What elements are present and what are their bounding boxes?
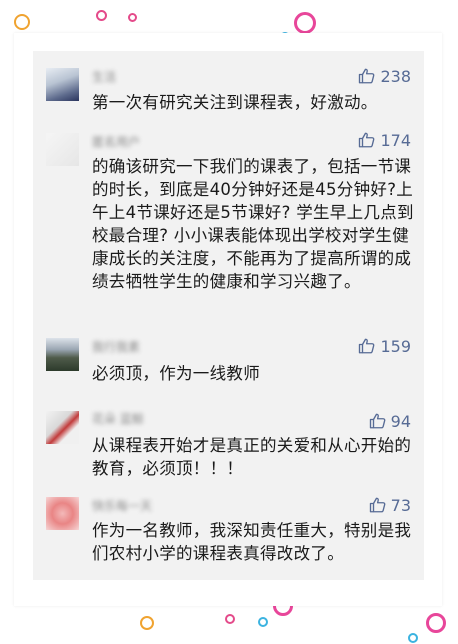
swirl-icon: [426, 613, 446, 633]
comment-text: 第一次有研究关注到课程表，好激动。: [92, 93, 378, 112]
avatar[interactable]: [46, 68, 79, 101]
comment-list: 生活 238 第一次有研究关注到课程表，好激动。 匿名用户 174 的确该研究一…: [33, 51, 424, 580]
comment-text: 作为一名教师，我深知责任重大，特别是我们农村小学的课程表真得改改了。: [92, 521, 412, 563]
username[interactable]: 花朵 蓝鲸: [92, 412, 144, 426]
username[interactable]: 生活: [92, 70, 116, 84]
avatar[interactable]: [46, 411, 79, 444]
swirl-icon: [128, 13, 137, 22]
username[interactable]: 我行我素: [92, 340, 140, 354]
swirl-icon: [408, 633, 418, 643]
username[interactable]: 匿名用户: [92, 135, 140, 149]
like-button[interactable]: 238: [358, 65, 411, 87]
thumbs-up-icon: [359, 68, 375, 84]
like-button[interactable]: 174: [358, 129, 411, 151]
like-count: 73: [390, 495, 411, 515]
like-count: 238: [380, 66, 411, 86]
avatar[interactable]: [46, 133, 79, 166]
avatar[interactable]: [46, 497, 79, 530]
like-button[interactable]: 159: [358, 335, 411, 357]
comment-screenshot: 生活 238 第一次有研究关注到课程表，好激动。 匿名用户 174 的确该研究一…: [0, 0, 458, 644]
thumbs-up-icon: [359, 132, 375, 148]
swirl-icon: [14, 14, 30, 30]
like-count: 174: [380, 130, 411, 150]
comment-text: 必须顶，作为一线教师: [92, 364, 260, 383]
swirl-icon: [294, 12, 316, 34]
like-count: 159: [380, 336, 411, 356]
username[interactable]: 快乐每一天: [92, 499, 152, 513]
swirl-icon: [258, 617, 268, 627]
like-button[interactable]: 94: [369, 410, 411, 432]
thumbs-up-icon: [359, 338, 375, 354]
swirl-icon: [96, 10, 107, 21]
like-count: 94: [390, 411, 411, 431]
like-button[interactable]: 73: [369, 494, 411, 516]
avatar[interactable]: [46, 338, 79, 371]
thumbs-up-icon: [369, 497, 386, 513]
comment-text: 从课程表开始才是真正的关爱和从心开始的教育，必须顶！！！: [92, 436, 412, 478]
thumbs-up-icon: [369, 413, 386, 429]
swirl-icon: [140, 616, 154, 630]
swirl-icon: [225, 614, 235, 624]
comment-text: 的确该研究一下我们的课表了，包括一节课的时长，到底是40分钟好还是45分钟好?上…: [92, 157, 414, 291]
